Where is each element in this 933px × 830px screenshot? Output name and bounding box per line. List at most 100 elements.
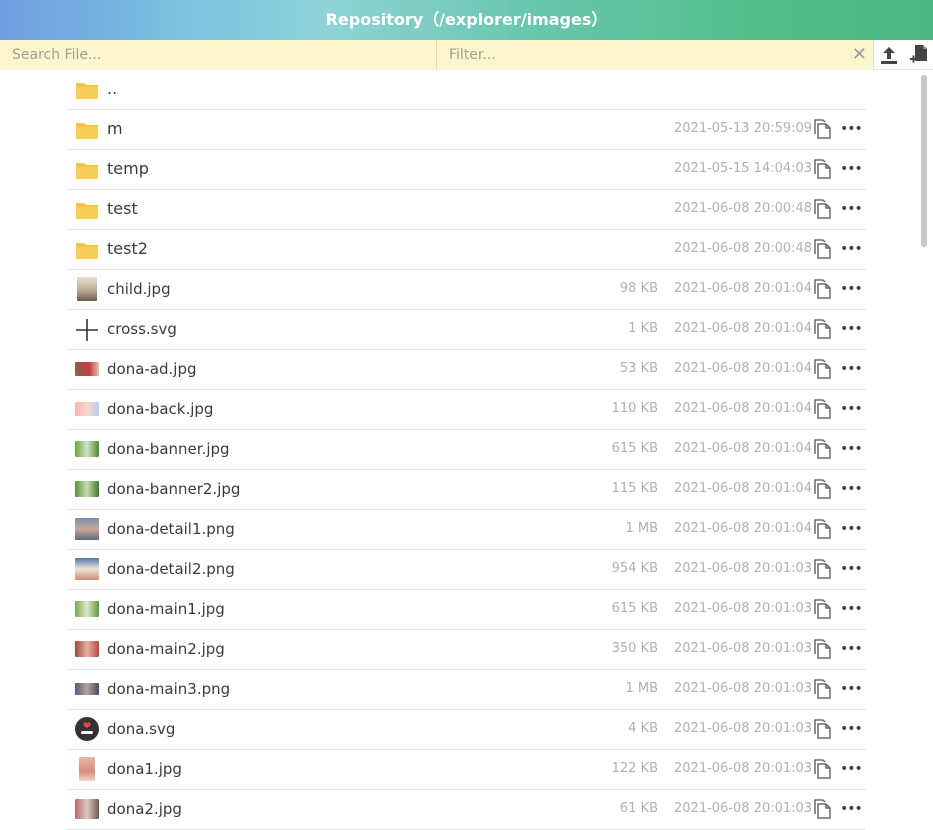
copy-icon[interactable]	[814, 279, 832, 299]
more-options-icon[interactable]: •••	[840, 482, 863, 496]
file-name[interactable]: m	[107, 110, 123, 148]
folder-row[interactable]: m 2021-05-13 20:59:09 •••	[67, 110, 866, 150]
copy-icon[interactable]	[814, 559, 832, 579]
file-row[interactable]: dona-ad.jpg 53 KB 2021-06-08 20:01:04 •••	[67, 350, 866, 390]
file-name[interactable]: dona-detail1.png	[107, 510, 235, 548]
more-options-icon[interactable]: •••	[840, 122, 863, 136]
more-options-icon[interactable]: •••	[840, 762, 863, 776]
more-options-icon[interactable]: •••	[840, 642, 863, 656]
file-row[interactable]: dona.svg 4 KB 2021-06-08 20:01:03 •••	[67, 710, 866, 750]
image-thumbnail	[75, 558, 99, 580]
clear-filter-icon[interactable]: ✕	[852, 40, 867, 70]
search-input[interactable]: Search File...	[0, 40, 437, 70]
more-options-icon[interactable]: •••	[840, 202, 863, 216]
copy-icon[interactable]	[814, 639, 832, 659]
copy-icon[interactable]	[814, 439, 832, 459]
file-name[interactable]: dona2.jpg	[107, 790, 182, 828]
copy-icon[interactable]	[814, 319, 832, 339]
copy-icon[interactable]	[814, 119, 832, 139]
file-row[interactable]: cross.svg 1 KB 2021-06-08 20:01:04 •••	[67, 310, 866, 350]
scrollbar-thumb[interactable]	[921, 75, 927, 247]
folder-row[interactable]: test 2021-06-08 20:00:48 •••	[67, 190, 866, 230]
file-row[interactable]: dona-main1.jpg 615 KB 2021-06-08 20:01:03 …	[67, 590, 866, 630]
file-date: 2021-06-08 20:01:04	[674, 361, 813, 376]
more-options-icon[interactable]: •••	[840, 402, 863, 416]
file-size: 615 KB	[611, 601, 658, 616]
file-name[interactable]: test	[107, 190, 138, 228]
file-row[interactable]: dona-banner2.jpg 115 KB 2021-06-08 20:01:0…	[67, 470, 866, 510]
file-row[interactable]: dona2.jpg 61 KB 2021-06-08 20:01:03 •••	[67, 790, 866, 830]
copy-icon[interactable]	[814, 759, 832, 779]
file-row[interactable]: dona-main3.png 1 MB 2021-06-08 20:01:03 ••…	[67, 670, 866, 710]
file-name[interactable]: dona1.jpg	[107, 750, 182, 788]
folder-row[interactable]: temp 2021-05-15 14:04:03 •••	[67, 150, 866, 190]
more-options-icon[interactable]: •••	[840, 362, 863, 376]
toolbar: Search File... Filter... ✕	[0, 40, 933, 70]
image-thumbnail	[75, 441, 99, 457]
file-size: 954 KB	[611, 561, 658, 576]
folder-row[interactable]: test2 2021-06-08 20:00:48 •••	[67, 230, 866, 270]
file-name[interactable]: dona-ad.jpg	[107, 350, 197, 388]
copy-icon[interactable]	[814, 799, 832, 819]
copy-icon[interactable]	[814, 719, 832, 739]
more-options-icon[interactable]: •••	[840, 562, 863, 576]
file-name[interactable]: cross.svg	[107, 310, 177, 348]
more-options-icon[interactable]: •••	[840, 682, 863, 696]
file-name[interactable]: temp	[107, 150, 149, 188]
more-options-icon[interactable]: •••	[840, 602, 863, 616]
page-title: Repository（/explorer/images）	[325, 10, 608, 29]
file-row[interactable]: child.jpg 98 KB 2021-06-08 20:01:04 •••	[67, 270, 866, 310]
file-name[interactable]: dona-main2.jpg	[107, 630, 225, 668]
copy-icon[interactable]	[814, 479, 832, 499]
file-name[interactable]: test2	[107, 230, 148, 268]
file-date: 2021-05-15 14:04:03	[674, 161, 813, 176]
cross-icon	[76, 319, 98, 341]
file-name[interactable]: dona-main3.png	[107, 670, 230, 708]
copy-icon[interactable]	[814, 359, 832, 379]
copy-icon[interactable]	[814, 679, 832, 699]
more-options-icon[interactable]: •••	[840, 722, 863, 736]
image-thumbnail	[77, 277, 97, 301]
copy-icon[interactable]	[814, 519, 832, 539]
file-name[interactable]: dona-banner.jpg	[107, 430, 230, 468]
folder-row[interactable]: ..	[67, 70, 866, 110]
file-date: 2021-06-08 20:01:03	[674, 601, 813, 616]
more-options-icon[interactable]: •••	[840, 282, 863, 296]
more-options-icon[interactable]: •••	[840, 322, 863, 336]
file-row[interactable]: dona1.jpg 122 KB 2021-06-08 20:01:03 •••	[67, 750, 866, 790]
file-row[interactable]: dona-detail1.png 1 MB 2021-06-08 20:01:04 …	[67, 510, 866, 550]
file-row[interactable]: dona-main2.jpg 350 KB 2021-06-08 20:01:03 …	[67, 630, 866, 670]
copy-icon[interactable]	[814, 199, 832, 219]
file-name[interactable]: dona-banner2.jpg	[107, 470, 240, 508]
copy-icon[interactable]	[814, 599, 832, 619]
file-size: 98 KB	[619, 281, 658, 296]
file-name[interactable]: dona-back.jpg	[107, 390, 213, 428]
search-placeholder: Search File...	[12, 47, 102, 63]
file-size: 4 KB	[628, 721, 658, 736]
new-file-button[interactable]	[903, 40, 933, 70]
more-options-icon[interactable]: •••	[840, 242, 863, 256]
filter-input[interactable]: Filter... ✕	[437, 40, 873, 70]
file-row[interactable]: dona-banner.jpg 615 KB 2021-06-08 20:01:04…	[67, 430, 866, 470]
copy-icon[interactable]	[814, 399, 832, 419]
file-name[interactable]: dona.svg	[107, 710, 175, 748]
file-name[interactable]: dona-main1.jpg	[107, 590, 225, 628]
more-options-icon[interactable]: •••	[840, 442, 863, 456]
file-row[interactable]: dona-detail2.png 954 KB 2021-06-08 20:01:0…	[67, 550, 866, 590]
image-thumbnail	[75, 362, 99, 376]
file-name[interactable]: child.jpg	[107, 270, 171, 308]
folder-icon	[76, 83, 98, 99]
file-row[interactable]: dona-back.jpg 110 KB 2021-06-08 20:01:04 •…	[67, 390, 866, 430]
file-date: 2021-06-08 20:01:03	[674, 681, 813, 696]
copy-icon[interactable]	[814, 239, 832, 259]
image-thumbnail	[75, 402, 99, 416]
file-date: 2021-06-08 20:01:03	[674, 801, 813, 816]
copy-icon[interactable]	[814, 159, 832, 179]
more-options-icon[interactable]: •••	[840, 522, 863, 536]
upload-button[interactable]	[873, 40, 903, 70]
file-date: 2021-06-08 20:01:03	[674, 721, 813, 736]
more-options-icon[interactable]: •••	[840, 162, 863, 176]
more-options-icon[interactable]: •••	[840, 802, 863, 816]
file-name[interactable]: ..	[107, 70, 117, 108]
file-name[interactable]: dona-detail2.png	[107, 550, 235, 588]
